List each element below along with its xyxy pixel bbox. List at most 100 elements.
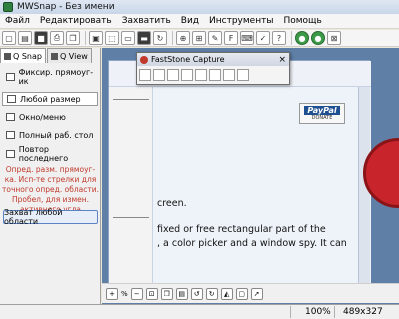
exit-icon[interactable]: ⊠ <box>327 31 341 45</box>
settings-icon[interactable]: ✓ <box>256 31 270 45</box>
lock-icon[interactable]: ● <box>295 31 309 45</box>
menu-file[interactable]: Файл <box>0 16 35 26</box>
mwsnap-window: MWSnap - Без имени Файл Редактировать За… <box>0 0 399 319</box>
view-toolbar: + % − ⊡ ❐ ▤ ↺ ↻ ◭ ▢ ➚ <box>102 283 399 303</box>
crop-icon[interactable]: ⊡ <box>145 287 158 300</box>
grab-desktop-icon[interactable]: ▬ <box>137 31 151 45</box>
captured-document: PayPal DONATE creen. fixed or free recta… <box>108 60 371 291</box>
grab-fixed-icon[interactable]: ▣ <box>89 31 103 45</box>
menu-edit[interactable]: Редактировать <box>35 16 117 26</box>
draw-rect-icon[interactable]: ▢ <box>235 287 248 300</box>
faststone-title-bar: FastStone Capture × <box>137 53 289 66</box>
grab-any-area-button[interactable]: Захват любой области <box>3 208 98 226</box>
print-icon[interactable]: ⎙ <box>50 31 64 45</box>
rotate-right-icon[interactable]: ↻ <box>205 287 218 300</box>
toolbar-separator <box>291 31 292 45</box>
pin-icon[interactable]: ● <box>311 31 325 45</box>
document-sidebar <box>109 87 153 291</box>
capture-tool-icon <box>153 69 165 81</box>
app-icon <box>3 2 13 12</box>
capture-tool-icon <box>223 69 235 81</box>
tab-qsnap[interactable]: Q Snap <box>0 48 46 63</box>
status-dimensions: 489x327 <box>343 307 383 317</box>
menu-capture[interactable]: Захватить <box>117 16 176 26</box>
option-window-menu[interactable]: Окно/меню <box>2 110 98 124</box>
paypal-donate-button: PayPal DONATE <box>299 103 345 124</box>
capture-tool-icon <box>167 69 179 81</box>
sidebar-divider <box>113 217 149 218</box>
flip-icon[interactable]: ◭ <box>220 287 233 300</box>
open-icon[interactable]: ▤ <box>18 31 32 45</box>
copy-region-icon[interactable]: ❐ <box>160 287 173 300</box>
option-label: Окно/меню <box>19 112 66 122</box>
document-line: , a color picker and a window spy. It ca… <box>157 238 347 249</box>
ruler-icon[interactable]: ⊞ <box>192 31 206 45</box>
grab-window-icon[interactable]: ▭ <box>121 31 135 45</box>
menu-tools[interactable]: Инструменты <box>204 16 278 26</box>
copy-icon[interactable]: ❐ <box>66 31 80 45</box>
faststone-tools <box>137 66 289 84</box>
toolbar-separator <box>172 31 173 45</box>
status-separator <box>334 306 335 318</box>
paste-icon[interactable]: ▤ <box>175 287 188 300</box>
main-toolbar: ▢ ▤ ■ ⎙ ❐ ▣ ⬚ ▭ ▬ ↻ ⊕ ⊞ ✎ F ⌨ ✓ ? ● ● ⊠ <box>0 30 399 47</box>
option-label: Фиксир. прямоуг-ик <box>18 68 94 86</box>
status-separator <box>290 306 291 318</box>
paypal-donate-label: DONATE <box>311 115 333 121</box>
tab-qsnap-label: Q Snap <box>13 51 42 61</box>
desktop-icon <box>6 131 15 139</box>
window-icon <box>6 113 15 121</box>
save-icon[interactable]: ■ <box>34 31 48 45</box>
status-bar: 100% 489x327 <box>0 304 399 319</box>
new-icon[interactable]: ▢ <box>2 31 16 45</box>
repeat-icon[interactable]: ↻ <box>153 31 167 45</box>
close-icon: × <box>278 54 286 65</box>
zoom-percent-label: % <box>121 289 128 298</box>
option-repeat-last[interactable]: Повтор последнего <box>2 145 98 163</box>
keyboard-icon[interactable]: ⌨ <box>240 31 254 45</box>
capture-tool-icon <box>237 69 249 81</box>
menu-help[interactable]: Помощь <box>278 16 326 26</box>
zoom-in-icon[interactable]: + <box>106 287 118 300</box>
image-view[interactable]: PayPal DONATE creen. fixed or free recta… <box>102 48 399 304</box>
tab-qview-label: Q View <box>59 51 88 61</box>
document-line: fixed or free rectangular part of the <box>157 224 326 235</box>
option-label: Любой размер <box>20 94 81 104</box>
any-size-icon <box>7 95 16 103</box>
option-label: Полный раб. стол <box>19 130 94 140</box>
repeat-last-icon <box>6 150 15 158</box>
option-fixed-rect[interactable]: Фиксир. прямоуг-ик <box>2 68 98 86</box>
window-title: MWSnap - Без имени <box>17 2 115 12</box>
toolbar-separator <box>85 31 86 45</box>
faststone-icon <box>140 55 148 64</box>
font-icon[interactable]: F <box>224 31 238 45</box>
capture-tool-icon <box>181 69 193 81</box>
tab-qview[interactable]: Q View <box>46 48 92 63</box>
left-panel: Q Snap Q View Фиксир. прямоуг-ик Любой р… <box>0 48 101 304</box>
capture-tool-icon <box>195 69 207 81</box>
option-full-desktop[interactable]: Полный раб. стол <box>2 128 98 142</box>
menu-bar: Файл Редактировать Захватить Вид Инструм… <box>0 14 399 29</box>
grab-any-icon[interactable]: ⬚ <box>105 31 119 45</box>
status-zoom: 100% <box>305 307 331 317</box>
faststone-capture-toolbar: FastStone Capture × <box>136 52 290 85</box>
paypal-logo: PayPal <box>304 106 340 115</box>
capture-tool-icon <box>209 69 221 81</box>
document-line: creen. <box>157 198 187 209</box>
view-icon <box>50 52 58 60</box>
menu-view[interactable]: Вид <box>176 16 204 26</box>
sidebar-divider <box>113 99 149 100</box>
select-icon[interactable]: ➚ <box>250 287 263 300</box>
help-icon[interactable]: ? <box>272 31 286 45</box>
rotate-left-icon[interactable]: ↺ <box>190 287 203 300</box>
zoom-icon[interactable]: ⊕ <box>176 31 190 45</box>
option-label: Повтор последнего <box>18 145 69 163</box>
color-picker-icon[interactable]: ✎ <box>208 31 222 45</box>
capture-tool-icon <box>139 69 151 81</box>
title-bar: MWSnap - Без имени <box>0 0 399 14</box>
option-any-size[interactable]: Любой размер <box>2 92 98 106</box>
panel-tabs: Q Snap Q View <box>0 48 101 63</box>
zoom-out-icon[interactable]: − <box>130 287 143 300</box>
faststone-title: FastStone Capture <box>151 55 225 64</box>
snap-icon <box>4 52 11 60</box>
